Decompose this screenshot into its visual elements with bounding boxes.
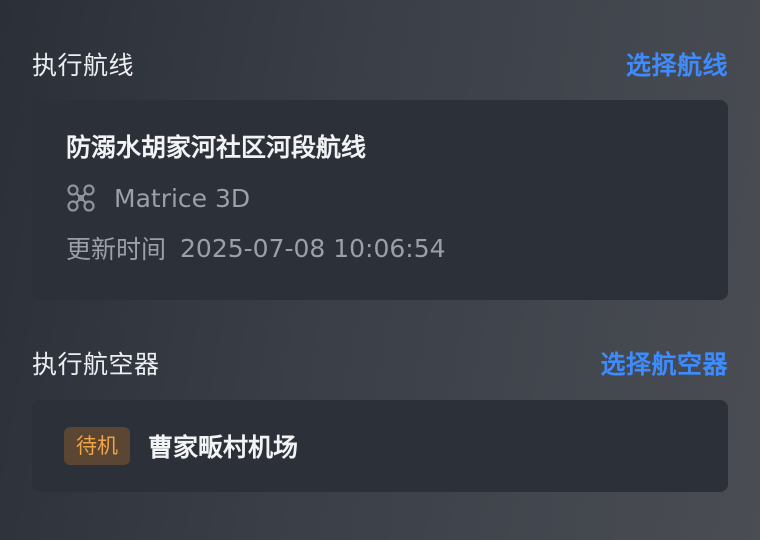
route-section-header: 执行航线 选择航线 [32, 46, 728, 82]
select-route-link[interactable]: 选择航线 [626, 46, 728, 82]
aircraft-section-header: 执行航空器 选择航空器 [32, 345, 728, 381]
select-aircraft-link[interactable]: 选择航空器 [600, 345, 728, 381]
aircraft-card[interactable]: 待机 曹家畈村机场 [32, 400, 728, 492]
route-card[interactable]: 防溺水胡家河社区河段航线 Matrice 3D 更新时间 2025-07-08 … [32, 100, 728, 300]
update-time-value: 2025-07-08 10:06:54 [180, 233, 446, 263]
update-time-label: 更新时间 [66, 235, 167, 264]
route-name: 防溺水胡家河社区河段航线 [66, 133, 367, 162]
aircraft-name: 曹家畈村机场 [148, 433, 299, 462]
drone-model-row: Matrice 3D [66, 180, 694, 216]
drone-icon [67, 184, 95, 212]
status-badge: 待机 [64, 427, 130, 465]
update-time-row: 更新时间 2025-07-08 10:06:54 [66, 230, 694, 266]
drone-model: Matrice 3D [114, 183, 251, 213]
route-section-title: 执行航线 [32, 51, 135, 80]
aircraft-section-title: 执行航空器 [32, 350, 160, 379]
